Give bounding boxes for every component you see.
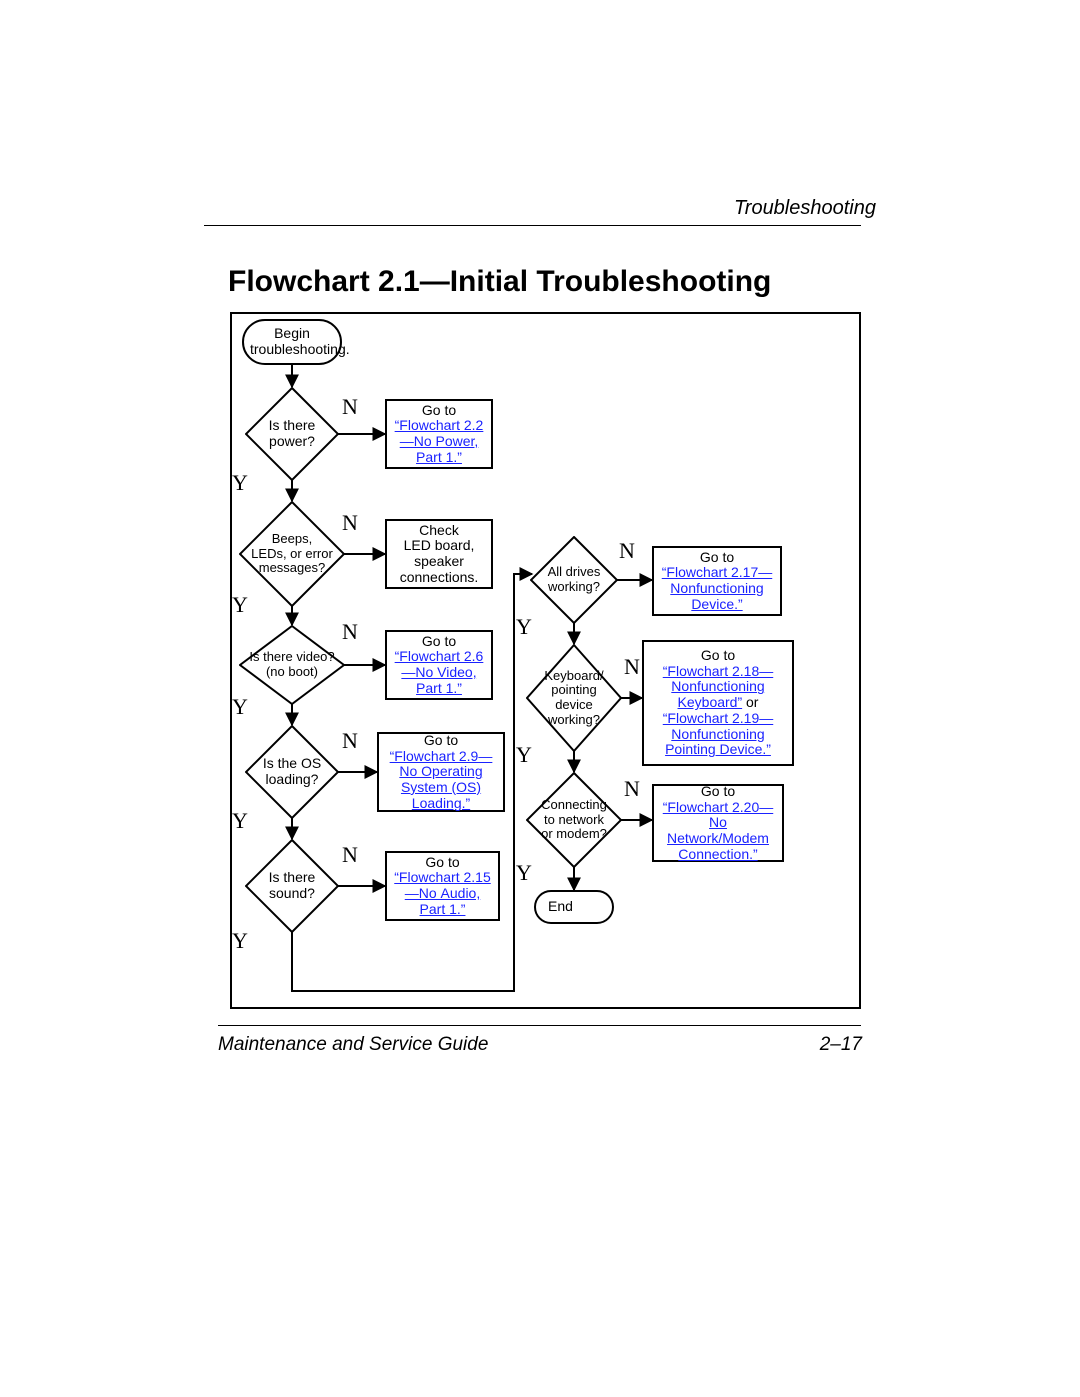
link-flowchart-2-2[interactable]: “Flowchart 2.2—No Power, Part 1.” xyxy=(395,417,484,464)
d-sound-l1: Is there xyxy=(269,869,316,885)
a-drives-pre: Go to xyxy=(700,549,734,565)
lbl-sound-n: N xyxy=(342,842,358,868)
a-beeps-l2: LED board, xyxy=(404,537,475,553)
a-os-pre: Go to xyxy=(424,732,458,748)
d-net-l3: or modem? xyxy=(541,826,607,841)
d-video-l2: (no boot) xyxy=(266,664,318,679)
lbl-video-y: Y xyxy=(232,694,248,720)
node-goto-2-18-2-19: Go to “Flowchart 2.18—Nonfunctioning Key… xyxy=(642,640,794,766)
lbl-video-n: N xyxy=(342,619,358,645)
lbl-beeps-y: Y xyxy=(232,592,248,618)
d-video-l1: Is there video? xyxy=(249,649,334,664)
rule-bottom xyxy=(218,1025,861,1026)
a-power-pre: Go to xyxy=(422,402,456,418)
a-kbd-pre: Go to xyxy=(701,647,735,663)
a-sound-pre: Go to xyxy=(425,854,459,870)
node-is-there-sound: Is there sound? xyxy=(245,839,339,933)
a-video-pre: Go to xyxy=(422,633,456,649)
d-sound-l2: sound? xyxy=(269,885,315,901)
a-beeps-l4: connections. xyxy=(400,569,479,585)
node-begin-l2: troubleshooting. xyxy=(250,341,350,357)
node-begin-l1: Begin xyxy=(274,325,310,341)
a-net-pre: Go to xyxy=(701,783,735,799)
d-os-l1: Is the OS xyxy=(263,755,321,771)
node-is-os-loading: Is the OS loading? xyxy=(245,725,339,819)
page-title: Flowchart 2.1—Initial Troubleshooting xyxy=(228,265,771,299)
link-flowchart-2-17[interactable]: “Flowchart 2.17—Nonfunctioning Device.” xyxy=(662,564,772,611)
node-goto-2-2: Go to “Flowchart 2.2—No Power, Part 1.” xyxy=(385,399,493,469)
link-flowchart-2-20[interactable]: “Flowchart 2.20—No Network/Modem Connect… xyxy=(663,799,773,862)
a-beeps-l3: speaker xyxy=(414,553,464,569)
d-drives-l1: All drives xyxy=(548,564,601,579)
node-goto-2-15: Go to “Flowchart 2.15—No Audio, Part 1.” xyxy=(385,851,500,921)
node-end-text: End xyxy=(548,898,573,914)
link-flowchart-2-6[interactable]: “Flowchart 2.6—No Video, Part 1.” xyxy=(395,648,484,695)
node-goto-2-20: Go to “Flowchart 2.20—No Network/Modem C… xyxy=(652,784,784,862)
lbl-os-n: N xyxy=(342,728,358,754)
d-kbd-l4: working? xyxy=(548,712,600,727)
node-is-there-video: Is there video? (no boot) xyxy=(239,625,345,705)
footer-right: 2–17 xyxy=(820,1034,862,1056)
node-goto-2-17: Go to “Flowchart 2.17—Nonfunctioning Dev… xyxy=(652,546,782,616)
link-flowchart-2-9[interactable]: “Flowchart 2.9—No Operating System (OS) … xyxy=(390,748,493,811)
node-begin: Begin troubleshooting. xyxy=(242,319,342,365)
rule-top xyxy=(204,225,861,226)
lbl-power-n: N xyxy=(342,394,358,420)
footer-left: Maintenance and Service Guide xyxy=(218,1034,488,1056)
d-net-l2: to network xyxy=(544,812,604,827)
node-all-drives-working: All drives working? xyxy=(530,536,618,624)
lbl-net-y: Y xyxy=(516,860,532,886)
node-goto-2-6: Go to “Flowchart 2.6—No Video, Part 1.” xyxy=(385,630,493,700)
d-os-l2: loading? xyxy=(266,771,319,787)
lbl-power-y: Y xyxy=(232,470,248,496)
running-head: Troubleshooting xyxy=(734,197,876,220)
d-net-l1: Connecting xyxy=(541,797,607,812)
lbl-kbd-n: N xyxy=(624,654,640,680)
link-flowchart-2-15[interactable]: “Flowchart 2.15—No Audio, Part 1.” xyxy=(394,869,490,916)
lbl-beeps-n: N xyxy=(342,510,358,536)
a-beeps-l1: Check xyxy=(419,522,459,538)
flowchart-canvas: Begin troubleshooting. Is there power? N xyxy=(230,312,861,1009)
node-end: End xyxy=(534,890,614,924)
lbl-kbd-y: Y xyxy=(516,742,532,768)
node-keyboard-pointing: Keyboard/ pointing device working? xyxy=(526,644,622,752)
d-drives-l2: working? xyxy=(548,579,600,594)
a-kbd-mid: or xyxy=(746,694,758,710)
lbl-net-n: N xyxy=(624,776,640,802)
d-beeps-l1: Beeps, xyxy=(272,531,312,546)
lbl-sound-y: Y xyxy=(232,928,248,954)
lbl-os-y: Y xyxy=(232,808,248,834)
d-kbd-l3: device xyxy=(555,697,593,712)
lbl-drives-y: Y xyxy=(516,614,532,640)
node-connecting-network: Connecting to network or modem? xyxy=(526,772,622,868)
d-power-l2: power? xyxy=(269,433,315,449)
node-check-led: Check LED board, speaker connections. xyxy=(385,519,493,589)
node-goto-2-9: Go to “Flowchart 2.9—No Operating System… xyxy=(377,732,505,812)
d-beeps-l2: LEDs, or error xyxy=(251,546,333,561)
link-flowchart-2-19[interactable]: “Flowchart 2.19—Nonfunctioning Pointing … xyxy=(663,710,773,757)
lbl-drives-n: N xyxy=(619,538,635,564)
d-power-l1: Is there xyxy=(269,417,316,433)
node-is-there-power: Is there power? xyxy=(245,387,339,481)
d-kbd-l2: pointing xyxy=(551,682,597,697)
d-beeps-l3: messages? xyxy=(259,560,325,575)
d-kbd-l1: Keyboard/ xyxy=(544,668,603,683)
page: Troubleshooting Flowchart 2.1—Initial Tr… xyxy=(0,0,1080,1397)
node-beeps-leds: Beeps, LEDs, or error messages? xyxy=(239,501,345,607)
